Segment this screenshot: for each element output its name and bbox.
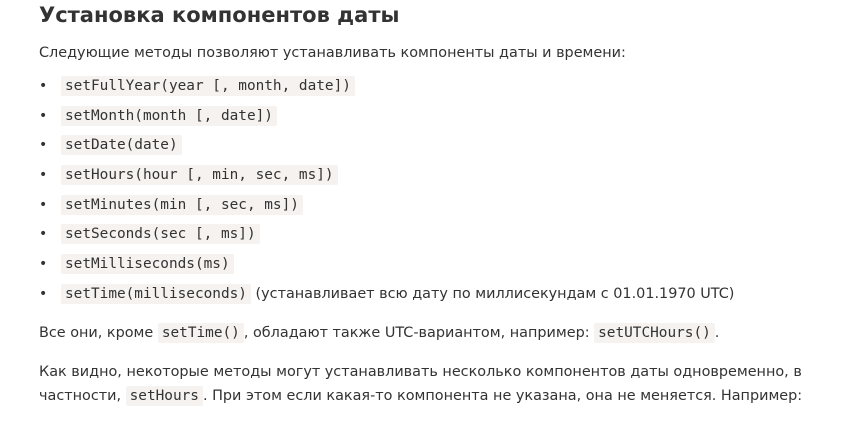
method-code: setMinutes(min [, sec, ms]): [61, 194, 303, 215]
section-heading: Установка компонентов даты: [39, 3, 400, 27]
bullet-icon: •: [39, 256, 48, 273]
method-code: setFullYear(year [, month, date]): [61, 76, 355, 96]
list-item: • setDate(date): [39, 135, 829, 165]
bullet-icon: •: [39, 107, 48, 124]
bullet-icon: •: [39, 226, 48, 243]
bullet-icon: •: [39, 196, 48, 213]
inline-code: setUTCHours(): [594, 322, 715, 343]
method-code: setMonth(month [, date]): [61, 105, 277, 126]
inline-code: setHours: [125, 385, 203, 406]
utc-variants-paragraph: Все они, кроме setTime(), обладают также…: [39, 322, 829, 343]
method-code: setTime(milliseconds): [61, 283, 251, 304]
inline-code: setTime(): [157, 322, 244, 343]
list-item: • setTime(milliseconds) (устанавливает вс…: [39, 283, 829, 314]
list-item: • setMonth(month [, date]): [39, 105, 829, 136]
intro-paragraph: Следующие методы позволяют устанавливать…: [39, 45, 626, 61]
method-code: setHours(hour [, min, sec, ms]): [61, 165, 338, 186]
method-note: (устанавливает всю дату по миллисекундам…: [255, 285, 735, 302]
methods-list: • setFullYear(year [, month, date]) • setM…: [39, 76, 829, 314]
list-item: • setSeconds(sec [, ms]): [39, 224, 829, 254]
paragraph-text: , обладают также UTC-вариантом, например…: [243, 324, 590, 341]
method-code: setSeconds(sec [, ms]): [61, 224, 260, 245]
paragraph-text: .: [714, 324, 720, 341]
list-item: • setHours(hour [, min, sec, ms]): [39, 165, 829, 195]
bullet-icon: •: [39, 167, 48, 184]
paragraph-text: Все они, кроме: [39, 324, 154, 341]
method-code: setDate(date): [61, 135, 182, 156]
method-code: setMilliseconds(ms): [61, 254, 234, 275]
list-item: • setMilliseconds(ms): [39, 254, 829, 284]
bullet-icon: •: [39, 78, 48, 94]
bullet-icon: •: [39, 285, 48, 302]
multi-component-paragraph: Как видно, некоторые методы могут устана…: [39, 360, 829, 408]
bullet-icon: •: [39, 137, 48, 154]
list-item: • setMinutes(min [, sec, ms]): [39, 194, 829, 225]
list-item: • setFullYear(year [, month, date]): [39, 76, 829, 106]
article-content: Установка компонентов даты Следующие мет…: [39, 0, 829, 408]
paragraph-text: . При этом если какая-то компонента не у…: [202, 387, 803, 404]
